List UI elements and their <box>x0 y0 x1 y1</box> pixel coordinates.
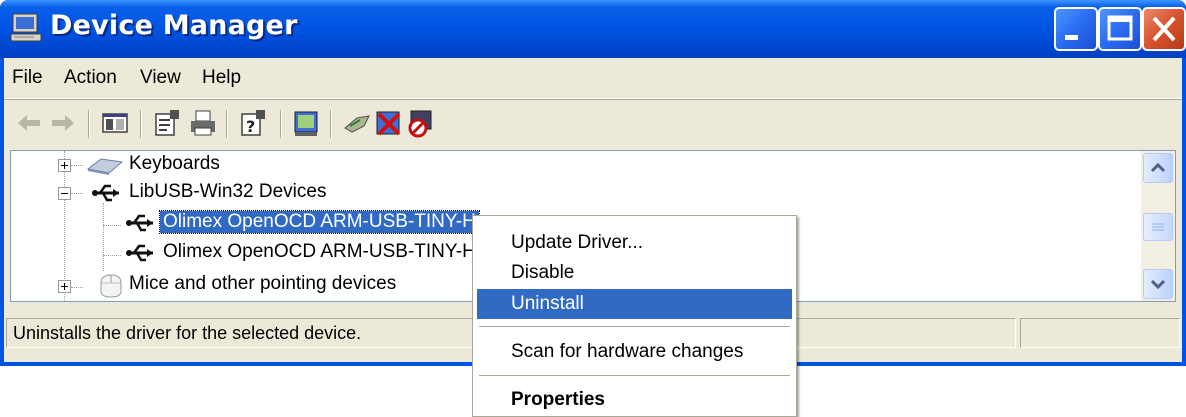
menu-item-label: Disable <box>511 262 575 283</box>
usb-icon <box>126 214 153 232</box>
menu-item-label: Update Driver... <box>511 232 643 253</box>
tree-item-label: LibUSB-Win32 Devices <box>129 181 327 202</box>
menu-item-label: Properties <box>511 389 605 410</box>
chevron-up-icon <box>1150 162 1166 173</box>
back-icon[interactable] <box>14 108 44 138</box>
tree-item-keyboards[interactable]: Keyboards <box>11 151 1139 179</box>
tree-item-label: Olimex OpenOCD ARM-USB-TINY-H <box>159 210 480 234</box>
menu-separator <box>479 375 790 376</box>
menu-help[interactable]: Help <box>202 67 241 89</box>
window-title: Device Manager <box>50 10 298 41</box>
menu-bar: File Action View Help <box>4 58 1182 99</box>
minimize-icon <box>1065 35 1078 40</box>
forward-icon[interactable] <box>48 108 78 138</box>
menu-item-label: Scan for hardware changes <box>511 341 744 362</box>
close-icon <box>1152 16 1176 42</box>
maximize-button[interactable] <box>1098 7 1142 51</box>
print-icon[interactable] <box>188 108 218 138</box>
mouse-icon <box>100 274 122 298</box>
toolbar: ? <box>4 100 1182 146</box>
vertical-scrollbar[interactable] <box>1141 151 1175 301</box>
computer-icon <box>10 13 42 42</box>
keyboard-icon <box>86 158 124 175</box>
scroll-down-button[interactable] <box>1143 269 1173 299</box>
usb-icon <box>126 244 153 262</box>
toolbar-separator <box>88 110 89 138</box>
close-button[interactable] <box>1142 7 1186 51</box>
scan-hardware-icon[interactable] <box>342 108 372 138</box>
help-icon[interactable]: ? <box>238 108 268 138</box>
menu-file[interactable]: File <box>12 67 43 89</box>
toolbar-separator <box>226 110 227 138</box>
status-pane-secondary <box>1020 318 1180 348</box>
menu-item-disable[interactable]: Disable <box>477 258 792 288</box>
disable-icon[interactable] <box>406 108 436 138</box>
menu-item-label: Uninstall <box>511 293 584 314</box>
tree-item-label: Olimex OpenOCD ARM-USB-TINY-H <box>163 241 476 262</box>
collapse-icon[interactable] <box>58 187 71 200</box>
menu-item-uninstall[interactable]: Uninstall <box>477 289 792 319</box>
menu-view[interactable]: View <box>140 67 181 89</box>
menu-item-scan-hardware[interactable]: Scan for hardware changes <box>477 337 792 367</box>
status-text: Uninstalls the driver for the selected d… <box>13 323 362 343</box>
minimize-button[interactable] <box>1054 7 1098 51</box>
expand-icon[interactable] <box>58 159 71 172</box>
tree-item-label: Keyboards <box>129 153 220 174</box>
context-menu: Update Driver... Disable Uninstall Scan … <box>472 215 797 417</box>
toolbar-separator <box>330 110 331 138</box>
update-driver-icon[interactable] <box>292 108 322 138</box>
menu-item-update-driver[interactable]: Update Driver... <box>477 228 792 258</box>
svg-text:?: ? <box>246 117 255 136</box>
tree-item-label: Mice and other pointing devices <box>129 273 397 294</box>
usb-icon <box>92 184 119 202</box>
scroll-up-button[interactable] <box>1143 153 1173 183</box>
toolbar-separator <box>140 110 141 138</box>
menu-item-properties[interactable]: Properties <box>477 385 792 415</box>
expand-icon[interactable] <box>58 280 71 293</box>
tree-item-libusb-devices[interactable]: LibUSB-Win32 Devices <box>11 179 1139 207</box>
scroll-thumb[interactable] <box>1143 213 1173 241</box>
properties-icon[interactable] <box>152 108 182 138</box>
menu-separator <box>479 326 790 327</box>
uninstall-icon[interactable] <box>374 108 404 138</box>
title-bar[interactable]: Device Manager <box>0 0 1186 58</box>
show-hide-console-tree-icon[interactable] <box>100 108 130 138</box>
menu-action[interactable]: Action <box>64 67 117 89</box>
grip-icon <box>1152 223 1164 231</box>
maximize-icon <box>1107 15 1133 41</box>
toolbar-separator <box>280 110 281 138</box>
chevron-down-icon <box>1150 279 1166 290</box>
